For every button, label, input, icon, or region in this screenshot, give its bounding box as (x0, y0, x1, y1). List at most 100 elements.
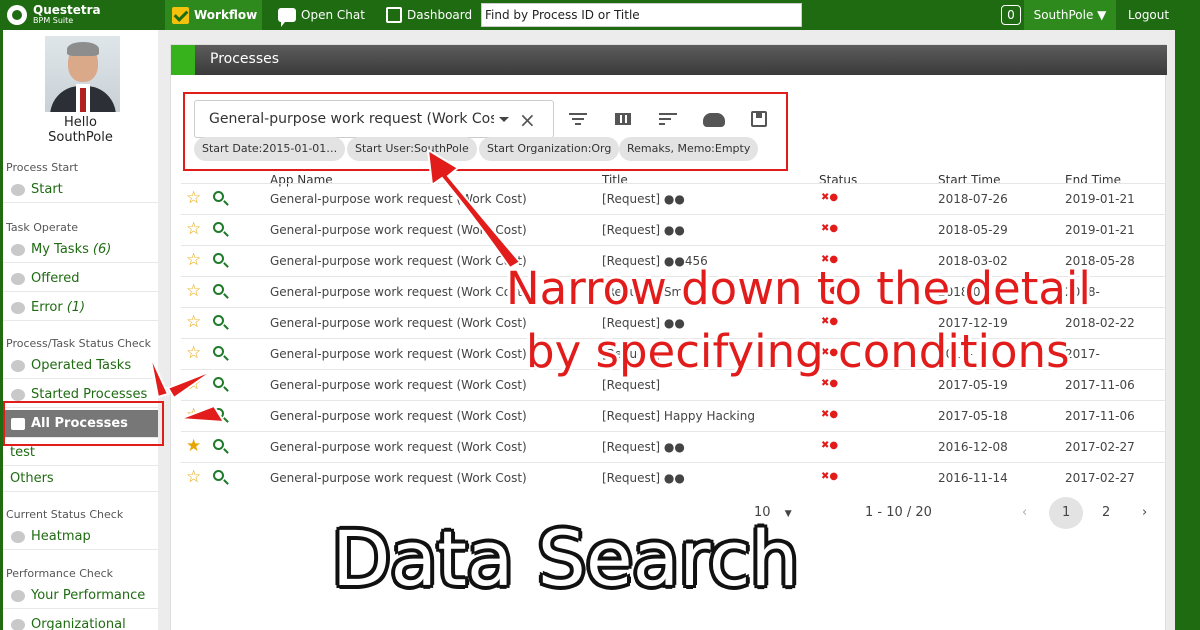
dashboard-label: Dashboard (407, 8, 473, 22)
page-1-button[interactable]: 1 (1062, 505, 1070, 520)
open-chat-label: Open Chat (301, 8, 365, 22)
cell-end-time: 2019-01-21 (1065, 223, 1135, 237)
chat-bubble-icon (278, 8, 296, 27)
performance-icon (11, 589, 25, 602)
cell-start-time: 2017-05-19 (938, 378, 1008, 392)
user-menu-button[interactable]: SouthPole ▼ (1024, 0, 1116, 30)
cell-app-name: General-purpose work request (Work Cost) (270, 471, 527, 485)
sidebar-item-label: Heatmap (31, 529, 91, 544)
panel-header: Processes (171, 45, 1167, 75)
cell-end-time: 2017-02-27 (1065, 440, 1135, 454)
dashboard-link[interactable]: Dashboard (386, 0, 472, 30)
cell-app-name: General-purpose work request (Work Cost) (270, 192, 527, 206)
section-status-check: Process/Task Status Check (6, 337, 152, 350)
sort-icon[interactable] (659, 111, 679, 127)
cell-title: [Request] ●● (602, 192, 685, 206)
sidebar-item-start[interactable]: Start (3, 177, 158, 203)
star-icon[interactable]: ☆ (186, 219, 201, 239)
columns-icon[interactable] (615, 113, 631, 125)
sidebar-item-my-tasks[interactable]: My Tasks (6) (3, 237, 158, 263)
filter-icon[interactable] (569, 111, 589, 127)
search-icon[interactable] (213, 408, 224, 419)
search-icon[interactable] (213, 284, 224, 295)
filter-chip-start-user[interactable]: Start User:SouthPole (347, 137, 477, 161)
save-icon[interactable] (751, 111, 767, 127)
questetra-logo[interactable]: Questetra BPM Suite (7, 3, 157, 27)
cell-app-name: General-purpose work request (Work Cost) (270, 254, 527, 268)
notification-badge[interactable]: 0 (1001, 5, 1021, 25)
star-icon[interactable]: ☆ (186, 343, 201, 363)
sidebar-item-error[interactable]: Error (1) (3, 295, 158, 321)
sidebar-item-label: Operated Tasks (31, 358, 132, 373)
page-2-button[interactable]: 2 (1102, 505, 1110, 520)
greeting-hello: Hello (64, 115, 97, 130)
cell-app-name: General-purpose work request (Work Cost) (270, 378, 527, 392)
star-icon[interactable]: ☆ (186, 188, 201, 208)
process-search-input[interactable]: Find by Process ID or Title (481, 3, 802, 27)
questetra-logo-icon (7, 5, 27, 25)
checkbox-icon (172, 6, 189, 24)
avatar-tie-shape (80, 88, 86, 112)
cell-end-time: 2018-02-22 (1065, 316, 1135, 330)
table-row[interactable]: ☆ General-purpose work request (Work Cost… (181, 400, 1167, 431)
cell-title: [Request] ●● (602, 223, 685, 237)
sidebar-item-others[interactable]: Others (3, 466, 158, 492)
cell-title: [Request] Happy Hacking (602, 409, 755, 423)
cell-app-name: General-purpose work request (Work Cost) (270, 316, 527, 330)
caret-down-icon[interactable] (499, 117, 509, 122)
headline-title: Data Search (332, 514, 799, 603)
table-row[interactable]: ☆ General-purpose work request (Work Cost… (181, 462, 1167, 493)
cell-end-time: 2017- (1065, 347, 1100, 361)
cloud-download-icon[interactable] (703, 113, 725, 127)
star-icon[interactable]: ☆ (186, 374, 201, 394)
star-icon[interactable]: ☆ (186, 312, 201, 332)
star-icon[interactable]: ☆ (186, 281, 201, 301)
filter-toolbar: General-purpose work request (Work Cost)… (183, 92, 788, 171)
started-processes-icon (11, 388, 25, 401)
error-count: (1) (66, 300, 86, 315)
table-row[interactable]: ☆ General-purpose work request (Work Cost… (181, 214, 1167, 245)
logout-link[interactable]: Logout (1128, 0, 1169, 30)
search-icon[interactable] (213, 191, 224, 202)
workflow-tab[interactable]: Workflow (165, 0, 262, 30)
close-icon[interactable]: × (519, 108, 536, 132)
star-icon[interactable]: ☆ (186, 405, 201, 425)
cell-app-name: General-purpose work request (Work Cost) (270, 347, 527, 361)
cell-end-time: 2019-01-21 (1065, 192, 1135, 206)
open-chat-link[interactable]: Open Chat (278, 0, 365, 30)
sidebar-item-label: Organizational (31, 617, 126, 630)
filter-chip-start-organization[interactable]: Start Organization:Org (479, 137, 620, 161)
sidebar-item-operated-tasks[interactable]: Operated Tasks (3, 353, 158, 379)
table-row[interactable]: ☆ General-purpose work request (Work Cost… (181, 183, 1167, 214)
cell-end-time: 2017-11-06 (1065, 409, 1135, 423)
filter-select[interactable]: General-purpose work request (Work Cost)… (194, 100, 554, 138)
prev-page-button[interactable]: ‹ (1022, 505, 1027, 520)
sidebar-item-offered[interactable]: Offered (3, 266, 158, 292)
my-tasks-count: (6) (92, 242, 112, 257)
filter-chip-remarks[interactable]: Remaks, Memo:Empty (619, 137, 759, 161)
greeting: Hello SouthPole (3, 115, 158, 145)
status-error-icon: ✖● (821, 192, 839, 203)
search-icon[interactable] (213, 439, 224, 450)
star-icon[interactable]: ☆ (186, 467, 201, 487)
search-icon[interactable] (213, 222, 224, 233)
search-icon[interactable] (213, 346, 224, 357)
search-icon[interactable] (213, 253, 224, 264)
star-icon[interactable]: ☆ (186, 250, 201, 270)
star-icon[interactable]: ★ (186, 436, 201, 456)
table-row[interactable]: ★ General-purpose work request (Work Cost… (181, 431, 1167, 462)
avatar[interactable] (45, 36, 120, 112)
search-icon[interactable] (213, 470, 224, 481)
sidebar-item-label: Start (31, 182, 63, 197)
cell-app-name: General-purpose work request (Work Cost) (270, 440, 527, 454)
search-icon[interactable] (213, 315, 224, 326)
status-error-icon: ✖● (821, 409, 839, 420)
status-error-icon: ✖● (821, 440, 839, 451)
sidebar-item-heatmap[interactable]: Heatmap (3, 524, 158, 550)
filter-chip-start-date[interactable]: Start Date:2015-01-01… (194, 137, 346, 161)
sidebar-item-organizational[interactable]: Organizational (3, 612, 158, 630)
search-icon[interactable] (213, 377, 224, 388)
page-range: 1 - 10 / 20 (865, 505, 932, 520)
sidebar-item-your-performance[interactable]: Your Performance (3, 583, 158, 609)
next-page-button[interactable]: › (1142, 505, 1147, 520)
